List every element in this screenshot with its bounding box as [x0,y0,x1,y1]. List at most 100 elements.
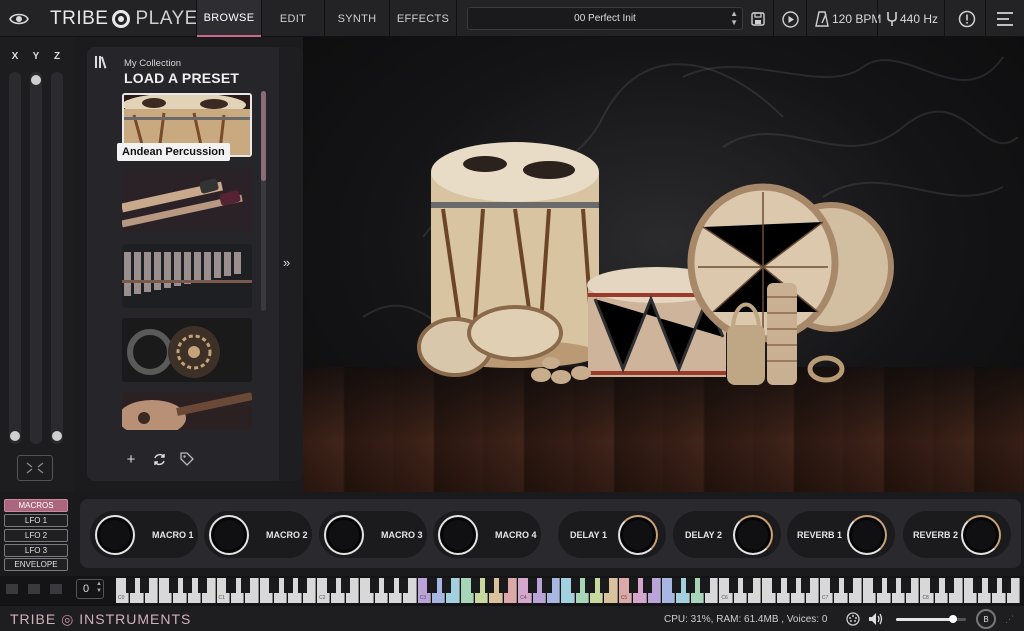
piano-black-key[interactable] [599,578,609,593]
z-slider[interactable] [51,72,63,444]
tempo-value[interactable]: 120 BPM [832,0,881,37]
play-icon[interactable] [780,9,800,29]
macro-4-knob[interactable] [438,515,478,555]
piano-black-key[interactable] [326,578,337,593]
add-icon[interactable]: + [120,448,142,470]
piano-black-key[interactable] [140,578,150,593]
preset-thumb-flutes[interactable] [122,168,252,232]
piano-black-key[interactable] [700,578,710,593]
chevron-double-right-icon[interactable]: » [283,255,290,270]
piano-black-key[interactable] [125,578,135,593]
piano-black-key[interactable] [341,578,351,593]
piano-black-key[interactable] [686,578,696,593]
tab-lfo-3[interactable]: LFO 3 [4,544,68,557]
piano-black-key[interactable] [930,578,940,593]
piano-black-key[interactable] [829,578,839,593]
resize-grip-icon[interactable]: ⋰ [1005,614,1014,625]
piano-black-key[interactable] [527,578,538,593]
menu-icon[interactable] [995,9,1015,29]
piano-black-key[interactable] [183,578,193,593]
alert-icon[interactable] [957,9,977,29]
y-slider[interactable] [30,72,42,444]
piano-black-key[interactable] [987,578,997,593]
tag-icon[interactable] [176,448,198,470]
piano-black-key[interactable] [642,578,653,593]
tab-lfo-2[interactable]: LFO 2 [4,529,68,542]
delay-1-knob[interactable] [618,515,658,555]
piano-black-key[interactable] [973,578,983,593]
x-slider[interactable] [9,72,21,444]
tab-synth[interactable]: SYNTH [325,0,389,37]
piano-black-key[interactable] [671,578,681,593]
piano-black-key[interactable] [484,578,495,593]
piano-black-key[interactable] [384,578,394,593]
piano-black-key[interactable] [901,578,911,593]
piano-black-key[interactable] [168,578,179,593]
volume-handle[interactable] [949,615,958,623]
y-slider-handle[interactable] [31,75,41,85]
delay-2-knob[interactable] [733,515,773,555]
browser-scrollbar[interactable] [261,91,266,311]
volume-slider[interactable] [896,615,966,623]
metronome-icon[interactable] [812,9,832,29]
tab-browse[interactable]: BROWSE [197,0,261,37]
piano-black-key[interactable] [786,578,796,593]
piano-keyboard[interactable]: C0 C1 C2 C3 C4 C5 C6 C7 C8 [116,578,1021,603]
expand-xy-pad-button[interactable] [17,455,53,481]
refresh-icon[interactable] [148,448,170,470]
z-slider-handle[interactable] [52,431,62,441]
piano-black-key[interactable] [197,578,207,593]
piano-black-key[interactable] [944,578,954,593]
octave-stepper-icon[interactable]: ▲ ▼ [96,581,102,595]
macro-2-knob[interactable] [209,515,249,555]
piano-black-key[interactable] [729,578,739,593]
scrollbar-thumb[interactable] [261,91,266,181]
tuning-fork-icon[interactable] [882,9,902,29]
preset-stepper-icon[interactable]: ▲ ▼ [730,9,738,27]
piano-black-key[interactable] [743,578,753,593]
tab-edit[interactable]: EDIT [262,0,324,37]
piano-black-key[interactable] [470,578,480,593]
midi-icon[interactable] [845,611,861,627]
piano-black-key[interactable] [369,578,380,593]
save-icon[interactable] [748,9,768,29]
piano-black-key[interactable] [427,578,437,593]
piano-black-key[interactable] [800,578,811,593]
tab-envelope[interactable]: ENVELOPE [4,558,68,571]
piano-black-key[interactable] [1002,578,1012,593]
piano-black-key[interactable] [226,578,236,593]
preset-thumb-marimba[interactable] [122,244,252,308]
library-icon[interactable] [94,55,108,72]
piano-black-key[interactable] [441,578,451,593]
tab-macros[interactable]: MACROS [4,499,68,512]
tab-effects[interactable]: EFFECTS [390,0,456,37]
piano-black-key[interactable] [542,578,552,593]
piano-black-key[interactable] [269,578,279,593]
preset-thumb-ukulele[interactable] [122,392,252,430]
piano-black-key[interactable] [283,578,293,593]
speaker-icon[interactable] [868,611,884,627]
piano-black-key[interactable] [585,578,595,593]
piano-black-key[interactable] [499,578,509,593]
piano-black-key[interactable] [887,578,897,593]
tuning-value[interactable]: 440 Hz [900,0,938,37]
piano-black-key[interactable] [298,578,308,593]
tab-lfo-1[interactable]: LFO 1 [4,514,68,527]
keyboard-mode-icons[interactable] [6,582,66,596]
reverb-2-knob[interactable] [961,515,1001,555]
macro-1-knob[interactable] [95,515,135,555]
collection-name[interactable]: My Collection [124,58,181,69]
piano-black-key[interactable] [772,578,782,593]
piano-black-key[interactable] [872,578,882,593]
piano-black-key[interactable] [240,578,250,593]
output-gauge[interactable]: B [976,609,996,629]
piano-black-key[interactable] [628,578,638,593]
piano-black-key[interactable] [571,578,581,593]
x-slider-handle[interactable] [10,431,20,441]
eye-icon[interactable] [6,0,32,37]
preset-thumb-metal-ornament[interactable] [122,318,252,382]
piano-black-key[interactable] [398,578,408,593]
reverb-1-knob[interactable] [847,515,887,555]
piano-black-key[interactable] [844,578,854,593]
macro-3-knob[interactable] [324,515,364,555]
